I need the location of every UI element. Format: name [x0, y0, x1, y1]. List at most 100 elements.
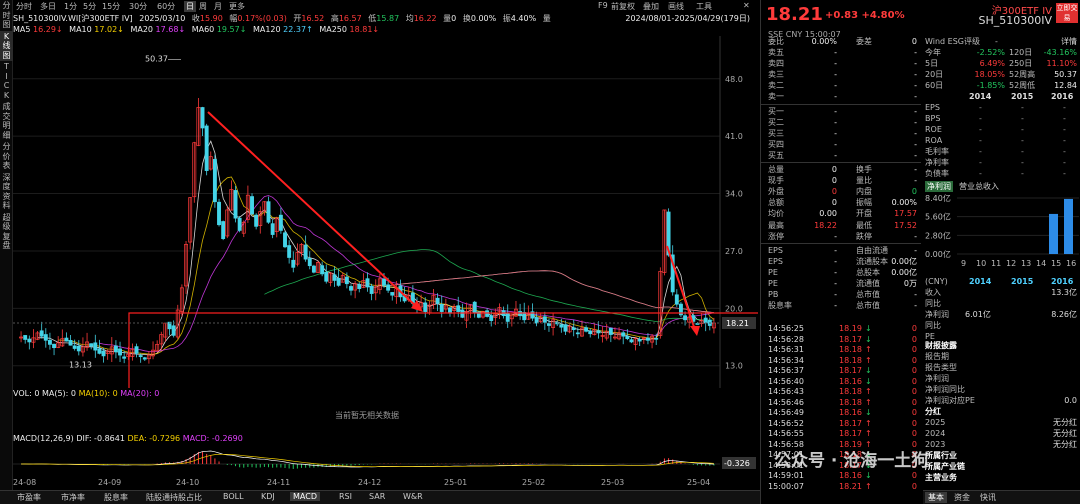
vol-label: 量 [443, 14, 451, 23]
dividend-value: 无分红 [1053, 439, 1077, 450]
left-tab-char: 分 [0, 142, 13, 152]
toolbar-4[interactable]: 工具 [696, 1, 712, 12]
book-value: - [797, 256, 837, 267]
left-tab-1[interactable]: K线图 [0, 31, 13, 62]
book-row: 卖一-- [761, 91, 921, 102]
left-tab-0[interactable]: 分时图 [0, 0, 13, 31]
candle [217, 199, 220, 227]
candle [205, 124, 208, 175]
indicator-tab-1[interactable]: 市净率 [58, 492, 88, 503]
book-value: - [797, 231, 837, 242]
candle [370, 284, 373, 300]
book-label: 卖一 [768, 91, 784, 102]
candle [551, 312, 554, 335]
candle [36, 331, 39, 340]
book-row: 股息率-总市值- [761, 300, 921, 311]
tick-price: 18.16 [839, 471, 862, 482]
book-value2: - [914, 139, 917, 150]
metric-row: BPS--- [923, 113, 1080, 124]
period-tab-6[interactable]: 60分 [157, 1, 175, 12]
book-value: - [797, 47, 837, 58]
pct-value: 0.17%(0.03) [237, 14, 286, 23]
book-label2: 流通股本 [856, 256, 888, 267]
perf-value2: 12.84 [1054, 80, 1077, 91]
toolbar-3[interactable]: 画线 [668, 1, 684, 12]
toolbar-1[interactable]: 前复权 [611, 1, 635, 12]
open-value: 16.52 [301, 14, 324, 23]
left-tab-3[interactable]: 成交明细 [0, 101, 13, 141]
indicator-tab-9[interactable]: W&R [400, 492, 426, 501]
bar-y-label: 0.00亿 [925, 249, 951, 259]
period-tab-4[interactable]: 15分 [102, 1, 120, 12]
tab-revenue[interactable]: 营业总收入 [959, 181, 999, 192]
metric-value: - [1063, 102, 1066, 113]
right-tab-1[interactable]: 资金 [951, 492, 973, 503]
candle [19, 331, 22, 342]
right-tab-0[interactable]: 基本 [925, 492, 947, 503]
industry-row: 主营业务 [923, 472, 1080, 483]
period-tab-1[interactable]: 多日 [40, 1, 56, 12]
candle [222, 221, 225, 241]
metric-label: BPS [925, 113, 940, 124]
wind-panel: Wind ESG评级-详情今年-2.52%120日-43.16%5日6.49%2… [923, 36, 1080, 342]
indicator-tab-0[interactable]: 市盈率 [14, 492, 44, 503]
left-tab-4[interactable]: 分价表 [0, 141, 13, 172]
tick-volume: 0 [912, 377, 917, 388]
toolbar-2[interactable]: 叠加 [643, 1, 659, 12]
candle [255, 213, 258, 229]
tab-net-profit[interactable]: 净利润 [925, 181, 953, 192]
candle [180, 284, 183, 316]
indicator-tab-4[interactable]: BOLL [220, 492, 247, 501]
bar-x-label: 12 [1006, 259, 1016, 268]
left-tab-char: 图 [0, 51, 13, 61]
metric-value: - [1021, 113, 1024, 124]
left-tab-6[interactable]: 超级复盘 [0, 212, 13, 252]
book-label2: 内盘 [856, 186, 872, 197]
period-tab-3[interactable]: 5分 [83, 1, 96, 12]
indicator-tab-3[interactable]: 陆股通持股占比 [143, 492, 205, 503]
indicator-tab-5[interactable]: KDJ [258, 492, 278, 501]
indicator-tab-2[interactable]: 股息率 [101, 492, 131, 503]
period-tab-8[interactable]: 周 [199, 1, 207, 12]
left-tab-2[interactable]: TICK [0, 61, 13, 101]
candle [642, 337, 645, 344]
vol-ma10: MA(10): 0 [79, 389, 118, 398]
indicator-tab-6[interactable]: MACD [290, 492, 320, 501]
toolbar-0[interactable]: F9 [598, 1, 608, 10]
period-tab-2[interactable]: 1分 [64, 1, 77, 12]
period-tab-9[interactable]: 月 [214, 1, 222, 12]
period-tab-10[interactable]: 更多 [229, 1, 245, 12]
metric-label: 净利率 [925, 157, 949, 168]
candle [572, 320, 575, 336]
book-value2: 0.00亿 [891, 267, 917, 278]
period-tab-5[interactable]: 30分 [129, 1, 147, 12]
indicator-tab-7[interactable]: RSI [336, 492, 355, 501]
left-tab-char: 超 [0, 213, 13, 223]
book-value: - [797, 58, 837, 69]
book-value2: - [914, 289, 917, 300]
candle [518, 304, 521, 320]
watermark: 公众号 · 沧海一土狗 [774, 446, 928, 471]
period-tab-0[interactable]: 分时 [16, 1, 32, 12]
right-tab-2[interactable]: 快讯 [977, 492, 999, 503]
exchange: SSE [768, 30, 786, 39]
book-label: 卖四 [768, 58, 784, 69]
perf-label2: 120日 [1009, 47, 1032, 58]
metric-label: ROA [925, 135, 942, 146]
disclosure-title-row: 财报披露 [923, 340, 1080, 351]
period-tab-7[interactable]: 日 [184, 1, 196, 12]
close-icon[interactable]: ✕ [743, 1, 750, 10]
candle [44, 328, 47, 348]
indicator-tab-8[interactable]: SAR [366, 492, 388, 501]
trade-button[interactable]: 立即交易 [1056, 3, 1078, 23]
candlestick-chart[interactable]: 48.041.034.027.020.013.050.3713.1318.21 [13, 36, 758, 388]
tick-time: 14:56:25 [768, 324, 804, 335]
metric-value: - [1063, 124, 1066, 135]
tick-price: 18.18 [839, 345, 862, 356]
candle [230, 180, 233, 210]
more-link[interactable]: 详情 [1061, 36, 1077, 47]
x-tick-label: 25-04 [687, 478, 710, 487]
wind-title-row: Wind ESG评级-详情 [923, 36, 1080, 47]
left-tab-5[interactable]: 深度资料 [0, 172, 13, 212]
disclosure-row: 净利润对应PE0.0 [923, 395, 1080, 406]
